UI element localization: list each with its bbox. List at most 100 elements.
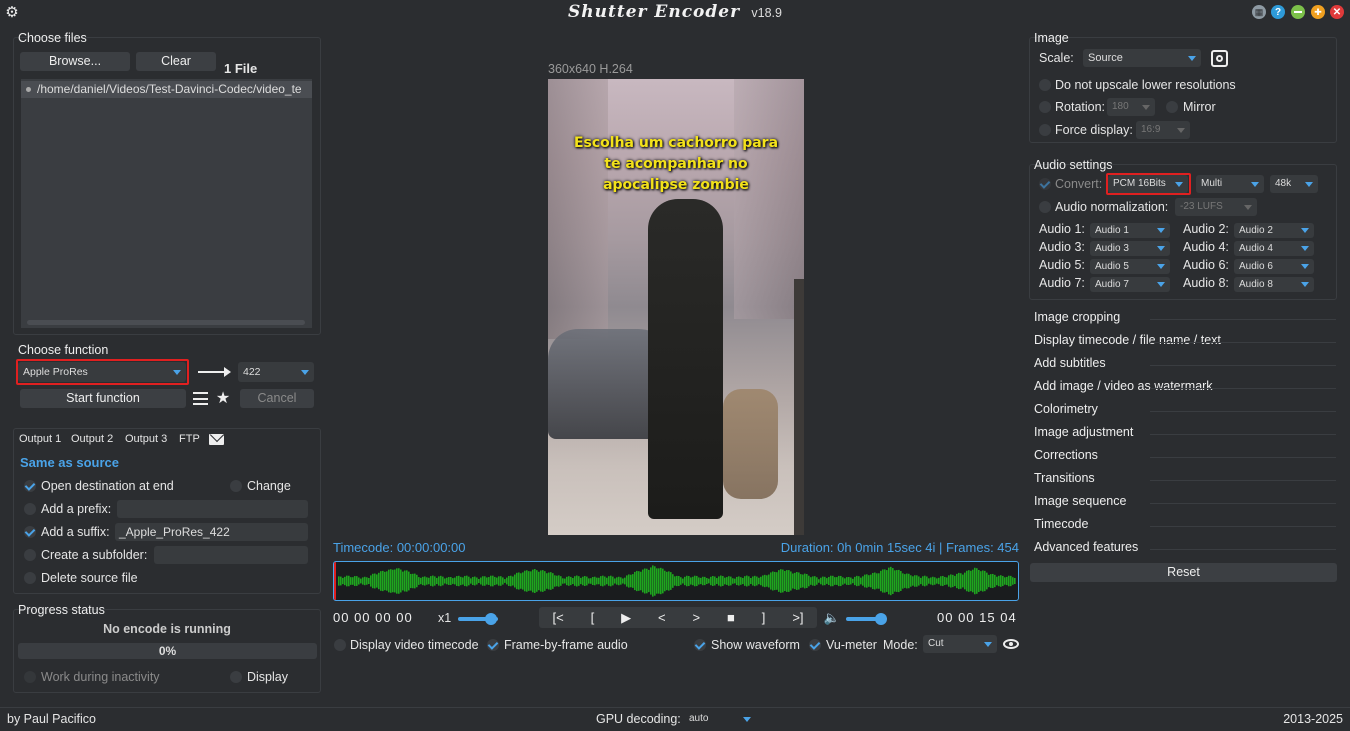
suffix-input[interactable]: _Apple_ProRes_422	[115, 523, 308, 541]
help-icon[interactable]: ?	[1271, 5, 1285, 19]
section-colorimetry[interactable]: Colorimetry	[1034, 402, 1098, 416]
tab-output-1[interactable]: Output 1	[19, 433, 61, 445]
play-button[interactable]: ▶	[621, 610, 631, 626]
clear-button[interactable]: Clear	[136, 52, 216, 71]
create-subfolder-checkbox[interactable]	[24, 549, 36, 561]
add-prefix-checkbox[interactable]	[24, 503, 36, 515]
minimize-icon[interactable]	[1291, 5, 1305, 19]
next-frame-button[interactable]: >	[693, 610, 701, 625]
audio-track-1-select[interactable]: Audio 1	[1090, 223, 1170, 238]
audio-track-2-select[interactable]: Audio 2	[1234, 223, 1314, 238]
audio-track-8-select[interactable]: Audio 8	[1234, 277, 1314, 292]
tab-ftp[interactable]: FTP	[179, 433, 200, 445]
reset-button[interactable]: Reset	[1030, 563, 1337, 582]
force-display-checkbox[interactable]	[1039, 124, 1051, 136]
show-waveform-checkbox[interactable]	[694, 639, 706, 651]
close-icon[interactable]: ✕	[1330, 5, 1344, 19]
force-display-select[interactable]: 16:9	[1136, 121, 1190, 139]
audio-normalization-select[interactable]: -23 LUFS	[1175, 198, 1257, 216]
maximize-icon[interactable]: ✚	[1311, 5, 1325, 19]
section-divider	[1150, 411, 1336, 412]
waveform-timeline[interactable]	[333, 561, 1019, 601]
section-image-adjustment[interactable]: Image adjustment	[1034, 425, 1133, 439]
mirror-checkbox[interactable]	[1166, 101, 1178, 113]
list-menu-icon[interactable]	[192, 391, 208, 406]
vu-meter-checkbox[interactable]	[809, 639, 821, 651]
tab-output-2[interactable]: Output 2	[71, 433, 113, 445]
prefix-input[interactable]	[117, 500, 308, 518]
open-destination-checkbox[interactable]	[24, 480, 36, 492]
previous-frame-button[interactable]: <	[658, 610, 666, 625]
section-image-cropping[interactable]: Image cropping	[1034, 310, 1120, 324]
favorites-star-icon[interactable]: ★	[214, 389, 232, 407]
section-display-timecode-file-name-text[interactable]: Display timecode / file name / text	[1034, 333, 1221, 347]
rotation-select[interactable]: 180	[1107, 98, 1155, 116]
section-divider	[1150, 365, 1336, 366]
audio-track-7-select[interactable]: Audio 7	[1090, 277, 1170, 292]
settings-gear-icon[interactable]: ⚙	[4, 4, 20, 21]
file-list-scrollbar[interactable]	[27, 320, 305, 325]
audio-track-4-select[interactable]: Audio 4	[1234, 241, 1314, 256]
audio-track-5-select[interactable]: Audio 5	[1090, 259, 1170, 274]
video-preview[interactable]: Escolha um cachorro para te acompanhar n…	[548, 79, 804, 535]
mode-select[interactable]: Cut	[923, 635, 997, 653]
frame-by-frame-audio-checkbox[interactable]	[487, 639, 499, 651]
add-suffix-checkbox[interactable]	[24, 526, 36, 538]
audio-track-6-select[interactable]: Audio 6	[1234, 259, 1314, 274]
audio-rate-select[interactable]: 48k	[1270, 175, 1318, 193]
audio-normalization-checkbox[interactable]	[1039, 201, 1051, 213]
audio-track-1-label: Audio 1:	[1039, 222, 1085, 236]
tab-output-3[interactable]: Output 3	[125, 433, 167, 445]
cancel-button[interactable]: Cancel	[240, 389, 314, 408]
delete-source-checkbox[interactable]	[24, 572, 36, 584]
change-destination-radio[interactable]	[230, 480, 242, 492]
speed-slider-handle[interactable]	[485, 613, 497, 625]
start-function-button[interactable]: Start function	[20, 389, 186, 408]
browse-button[interactable]: Browse...	[20, 52, 130, 71]
section-advanced-features[interactable]: Advanced features	[1034, 540, 1138, 554]
section-image-sequence[interactable]: Image sequence	[1034, 494, 1126, 508]
section-add-image-video-as-watermark[interactable]: Add image / video as watermark	[1034, 379, 1213, 393]
volume-slider-handle[interactable]	[875, 613, 887, 625]
file-list[interactable]: /home/daniel/Videos/Test-Davinci-Codec/v…	[21, 79, 312, 328]
audio-convert-checkbox[interactable]	[1039, 178, 1051, 190]
set-in-point-button[interactable]: [	[591, 610, 595, 625]
eye-icon[interactable]	[1002, 637, 1020, 650]
section-add-subtitles[interactable]: Add subtitles	[1034, 356, 1106, 370]
no-upscale-checkbox[interactable]	[1039, 79, 1051, 91]
timecode-out[interactable]: 00 00 15 04	[937, 610, 1017, 625]
gpu-decoding-select[interactable]: auto	[684, 711, 756, 727]
work-inactivity-checkbox[interactable]	[24, 671, 36, 683]
destination-path[interactable]: Same as source	[20, 455, 119, 470]
set-out-point-button[interactable]: ]	[762, 610, 766, 625]
force-display-label: Force display:	[1055, 123, 1133, 137]
volume-icon[interactable]: 🔈	[824, 610, 840, 626]
profile-select[interactable]: 422	[238, 362, 314, 382]
window-mode-icon[interactable]: ▦	[1252, 5, 1266, 19]
timecode-in[interactable]: 00 00 00 00	[333, 610, 413, 625]
app-version: v18.9	[751, 6, 782, 20]
section-corrections[interactable]: Corrections	[1034, 448, 1098, 462]
list-item[interactable]: /home/daniel/Videos/Test-Davinci-Codec/v…	[21, 81, 312, 98]
section-divider	[1150, 526, 1336, 527]
scale-select[interactable]: Source	[1083, 49, 1201, 67]
display-video-timecode-checkbox[interactable]	[334, 639, 346, 651]
audio-track-3-select[interactable]: Audio 3	[1090, 241, 1170, 256]
section-transitions[interactable]: Transitions	[1034, 471, 1095, 485]
no-upscale-label: Do not upscale lower resolutions	[1055, 78, 1236, 92]
audio-channels-select[interactable]: Multi	[1196, 175, 1264, 193]
display-checkbox[interactable]	[230, 671, 242, 683]
tab-email-envelope-icon[interactable]	[209, 434, 224, 445]
rotation-checkbox[interactable]	[1039, 101, 1051, 113]
go-to-end-button[interactable]: >]	[792, 610, 803, 625]
speed-slider[interactable]	[458, 613, 498, 625]
volume-slider[interactable]	[846, 613, 887, 625]
video-dog	[723, 389, 778, 499]
subfolder-input[interactable]	[154, 546, 308, 564]
caption-line-3: apocalipse zombie	[603, 177, 749, 193]
section-timecode[interactable]: Timecode	[1034, 517, 1088, 531]
stop-button[interactable]: ■	[727, 610, 735, 625]
go-to-start-button[interactable]: [<	[552, 610, 563, 625]
screenshot-capture-icon[interactable]	[1211, 50, 1228, 67]
caption-line-2: te acompanhar no	[604, 156, 748, 172]
